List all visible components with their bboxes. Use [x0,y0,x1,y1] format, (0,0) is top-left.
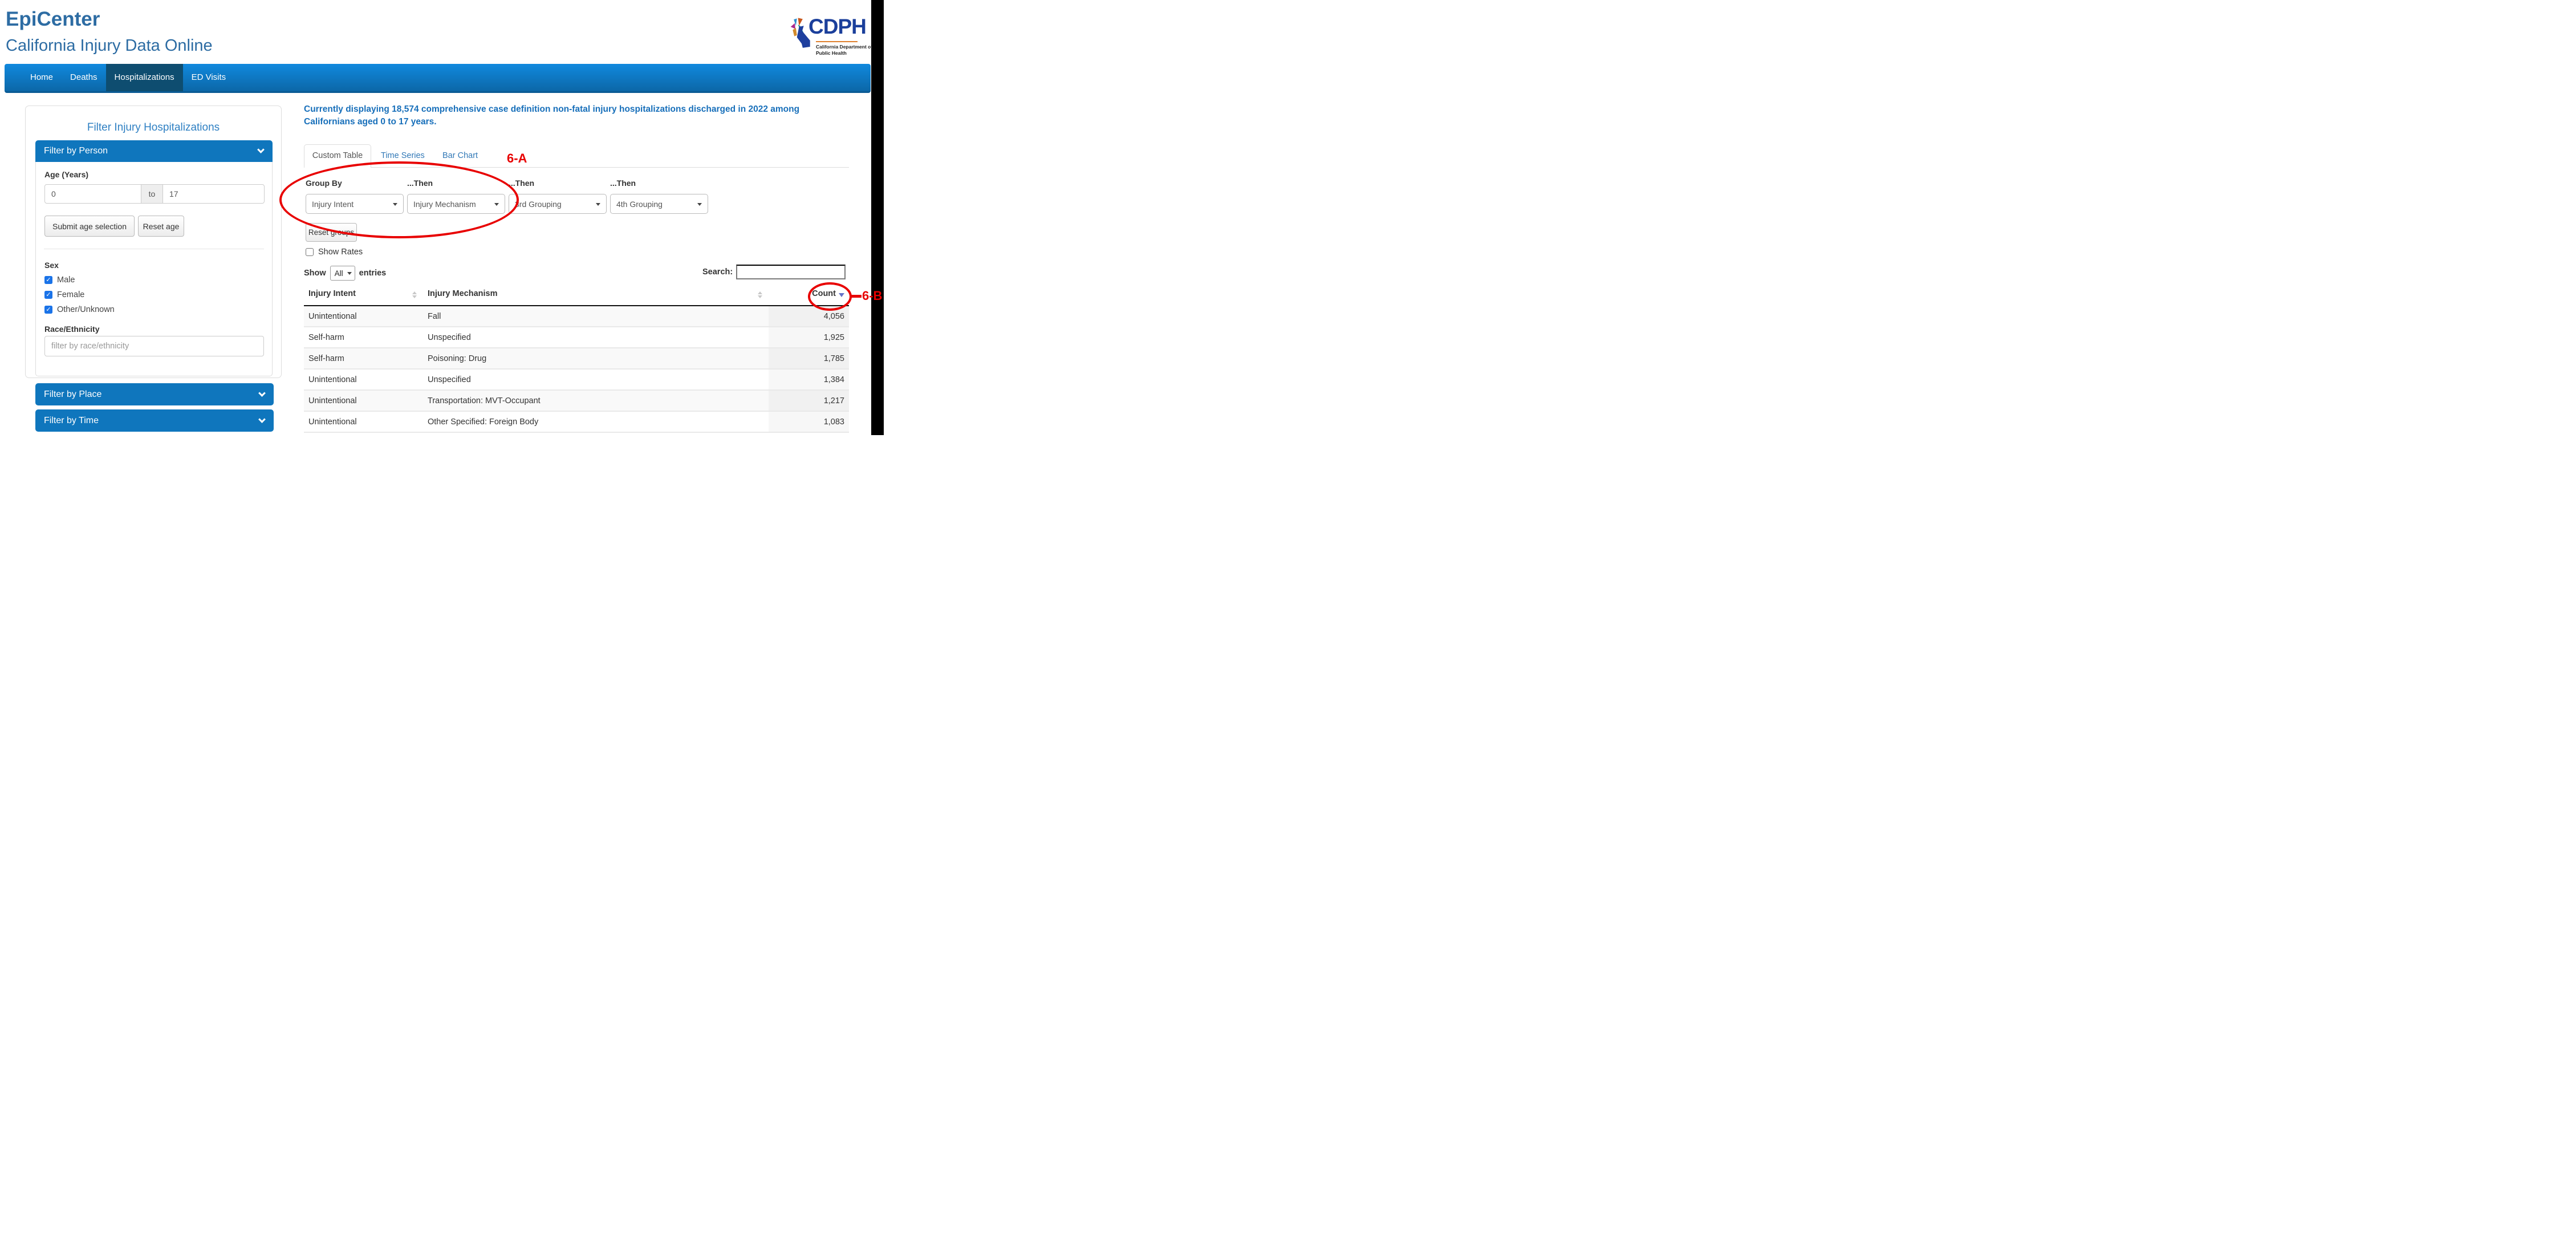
race-ethnicity-label: Race/Ethnicity [44,324,99,334]
sex-option-male[interactable]: ✓ Male [44,275,75,285]
filter-by-time-header[interactable]: Filter by Time [35,409,274,432]
race-ethnicity-input[interactable] [44,336,264,356]
cdph-rule [816,41,858,42]
filter-by-person-header[interactable]: Filter by Person [35,140,273,162]
sort-both-icon [758,291,763,298]
table-row: Unintentional Fall 4,056 [304,306,849,327]
grouping-controls: Group By Injury Intent ...Then Injury Me… [306,178,712,214]
sex-label: Sex [44,261,59,270]
tabs-bottom-border [371,167,849,168]
view-tabs: Custom Table Time Series Bar Chart [304,144,849,168]
filter-sidebar: Filter Injury Hospitalizations Filter by… [25,105,282,378]
results-summary-text: Currently displaying 18,574 comprehensiv… [304,103,850,128]
table-row: Self-harm Poisoning: Drug 1,785 [304,348,849,369]
nav-item-home[interactable]: Home [22,64,62,91]
entries-length-control: Show All entries [304,266,386,281]
fourth-grouping-select-wrap: 4th Grouping [610,194,708,214]
age-range-separator: to [141,184,162,204]
checkbox-checked-icon[interactable]: ✓ [44,276,52,284]
grouping-column-2: ...Then Injury Mechanism [407,178,505,214]
cdph-org-name: California Department of Public Health [816,44,872,56]
group-by-select[interactable]: Injury Intent [306,194,403,213]
reset-age-button[interactable]: Reset age [138,216,184,237]
sex-option-other-unknown[interactable]: ✓ Other/Unknown [44,305,115,314]
table-row: Unintentional Unspecified 1,384 [304,369,849,390]
grouping-column-4: ...Then 4th Grouping [610,178,708,214]
show-entries-suffix: entries [359,269,387,278]
grouping-column-3: ...Then 3rd Grouping [509,178,607,214]
sex-option-female[interactable]: ✓ Female [44,290,84,299]
checkbox-unchecked-icon[interactable] [306,248,314,256]
show-entries-prefix: Show [304,269,326,278]
annotation-connector-6b [851,295,862,298]
fourth-grouping-select[interactable]: 4th Grouping [611,194,708,213]
table-row: Unintentional Transportation: MVT-Occupa… [304,390,849,411]
entries-length-select[interactable]: All [331,266,355,280]
column-header-count[interactable]: Count [769,284,849,306]
table-row: Self-harm Unspecified 1,925 [304,327,849,348]
group-by-select-wrap: Injury Intent [306,194,404,214]
cdph-logo: CDPH California Department of Public Hea… [786,5,863,59]
chevron-down-icon [257,146,265,153]
chevron-down-icon [258,389,266,397]
second-grouping-select[interactable]: Injury Mechanism [408,194,505,213]
sidebar-title: Filter Injury Hospitalizations [26,121,281,134]
annotation-label-6a: 6-A [507,151,527,166]
screenshot-edge-bar [871,0,884,435]
search-input[interactable] [736,265,846,279]
then-label-2: ...Then [509,178,607,188]
second-grouping-select-wrap: Injury Mechanism [407,194,505,214]
main-navbar: Home Deaths Hospitalizations ED Visits [5,64,871,93]
chevron-down-icon [258,416,266,423]
tab-bar-chart[interactable]: Bar Chart [442,144,478,167]
column-header-injury-mechanism[interactable]: Injury Mechanism [423,284,769,306]
reset-groups-button[interactable]: Reset groups [306,223,357,242]
sort-descending-icon [839,293,844,297]
age-label: Age (Years) [44,170,88,179]
nav-item-ed-visits[interactable]: ED Visits [183,64,235,91]
tab-custom-table[interactable]: Custom Table [304,144,371,168]
sort-both-icon [412,291,417,298]
age-range-group: to [44,184,265,204]
show-rates-control[interactable]: Show Rates [306,247,363,257]
third-grouping-select-wrap: 3rd Grouping [509,194,607,214]
app-subtitle: California Injury Data Online [6,36,213,55]
age-max-input[interactable] [162,184,265,204]
filter-by-person-body: Age (Years) to Submit age selection Rese… [35,162,273,376]
table-row: Unintentional Other Specified: Foreign B… [304,411,849,432]
then-label-3: ...Then [610,178,708,188]
search-label: Search: [702,267,733,277]
tab-time-series[interactable]: Time Series [381,144,425,167]
show-rates-label: Show Rates [318,247,363,257]
cdph-acronym: CDPH [808,15,866,39]
filter-by-place-header[interactable]: Filter by Place [35,383,274,405]
checkbox-checked-icon[interactable]: ✓ [44,291,52,299]
then-label-1: ...Then [407,178,505,188]
third-grouping-select[interactable]: 3rd Grouping [509,194,606,213]
table-header-row: Injury Intent Injury Mechanism Count [304,284,849,306]
column-header-injury-intent[interactable]: Injury Intent [304,284,423,306]
filter-by-person-section: Filter by Person Age (Years) to Submit a… [35,140,273,376]
nav-item-hospitalizations[interactable]: Hospitalizations [106,64,183,91]
results-table: Injury Intent Injury Mechanism Count Uni… [304,284,849,433]
epicenter-page: EpiCenter California Injury Data Online … [0,0,894,435]
grouping-column-1: Group By Injury Intent [306,178,404,214]
app-title: EpiCenter [6,8,100,31]
table-search-control: Search: [702,265,846,279]
group-by-label: Group By [306,178,404,188]
annotation-label-6b: 6-B [862,289,882,303]
age-min-input[interactable] [44,184,141,204]
nav-item-deaths[interactable]: Deaths [62,64,106,91]
entries-select-wrap: All [330,266,355,281]
submit-age-button[interactable]: Submit age selection [44,216,135,237]
checkbox-checked-icon[interactable]: ✓ [44,306,52,314]
